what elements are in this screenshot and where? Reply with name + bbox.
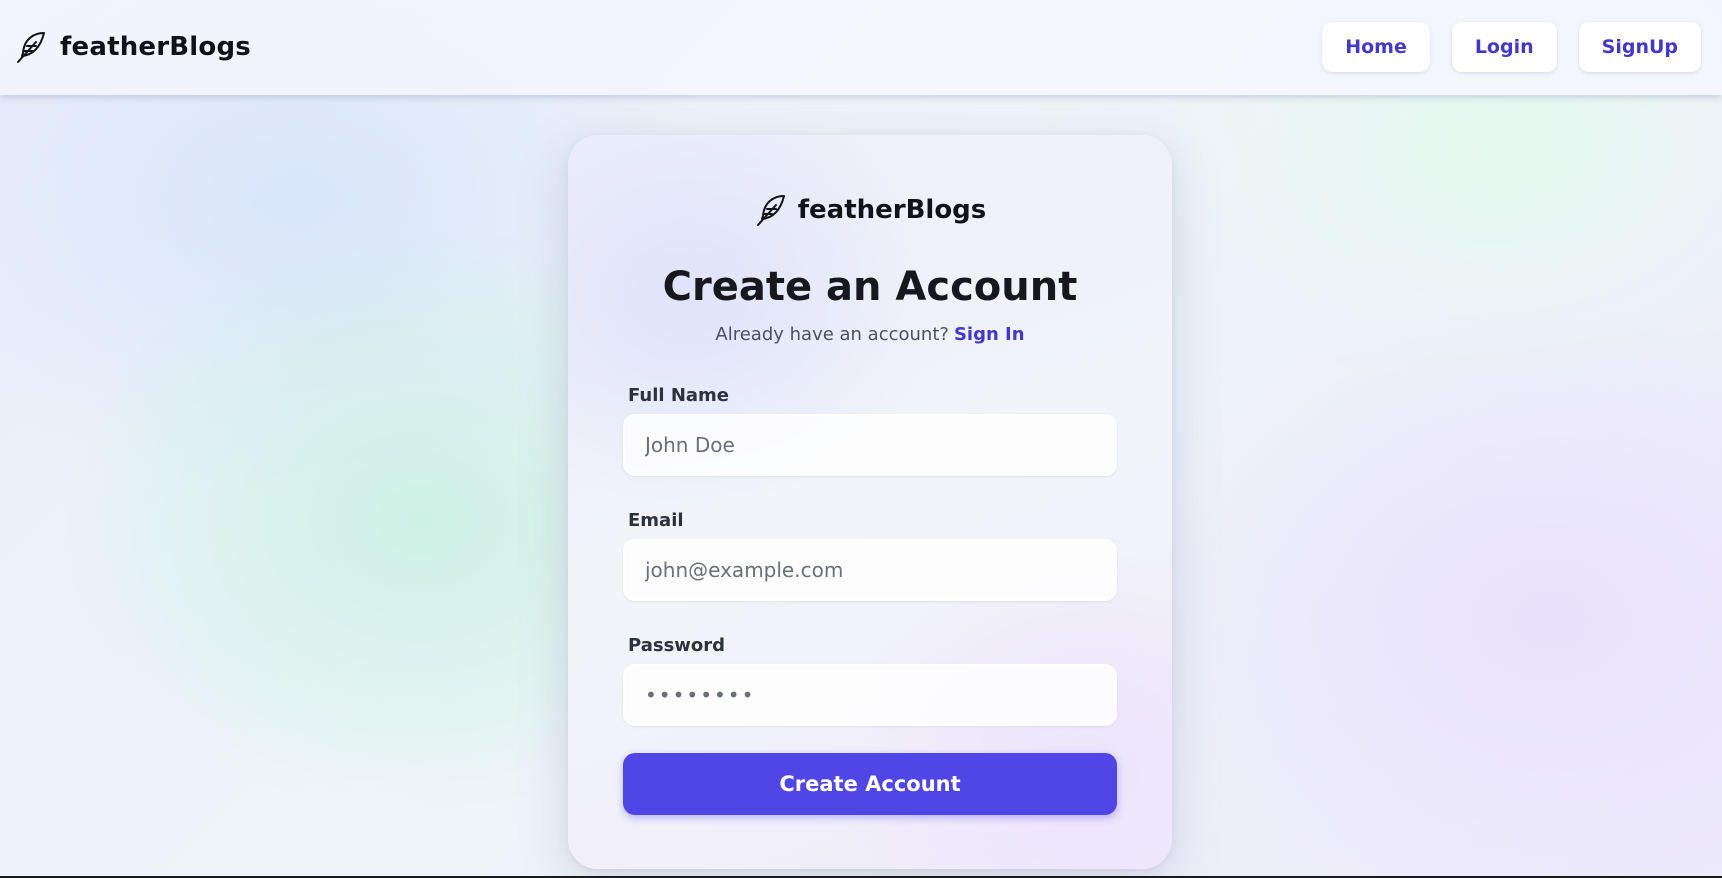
card-brand-name: featherBlogs: [797, 195, 987, 225]
header-brand[interactable]: featherBlogs: [14, 28, 251, 66]
password-label: Password: [628, 635, 726, 656]
full-name-label: Full Name: [628, 385, 729, 406]
nav-links: Home Login SignUp: [1322, 22, 1701, 72]
email-input[interactable]: [623, 539, 1117, 601]
sign-in-link[interactable]: Sign In: [954, 324, 1025, 345]
card-brand: featherBlogs: [568, 190, 1172, 230]
create-account-button[interactable]: Create Account: [623, 753, 1117, 815]
signup-card: featherBlogs Create an Account Already h…: [568, 135, 1172, 869]
feather-icon: [14, 29, 50, 65]
password-input[interactable]: [623, 664, 1117, 726]
nav-home-button[interactable]: Home: [1322, 22, 1430, 72]
full-name-input[interactable]: [623, 414, 1117, 476]
signin-prompt: Already have an account? Sign In: [568, 321, 1172, 349]
page-title: Create an Account: [662, 264, 1078, 310]
nav-signup-button[interactable]: SignUp: [1578, 22, 1701, 72]
top-navbar: featherBlogs Home Login SignUp: [0, 0, 1722, 95]
feather-icon: [754, 192, 790, 228]
nav-login-button[interactable]: Login: [1451, 22, 1557, 72]
brand-name: featherBlogs: [60, 32, 251, 62]
email-label: Email: [628, 510, 684, 531]
signin-prompt-text: Already have an account?: [715, 324, 949, 345]
